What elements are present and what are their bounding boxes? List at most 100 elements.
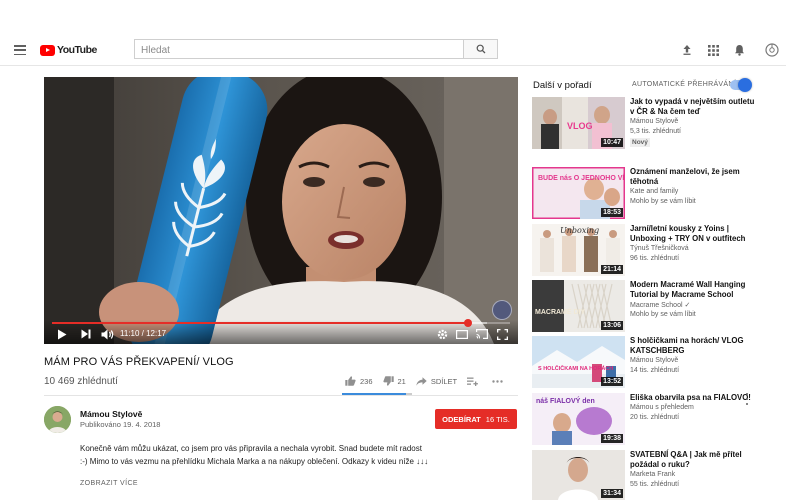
miniplayer-icon (456, 329, 468, 339)
video-thumbnail[interactable]: Unboxing 21:14 (532, 224, 625, 276)
menu-icon[interactable] (14, 45, 26, 55)
search-input[interactable] (135, 41, 463, 60)
logo-text: YouTube (57, 44, 97, 56)
recommended-meta: 14 tis. zhlédnutí (630, 367, 680, 374)
video-player[interactable]: 11:10 / 12:17 (44, 77, 518, 344)
settings-button[interactable] (436, 328, 448, 340)
progress-bar[interactable] (52, 319, 510, 327)
video-thumbnail[interactable]: náš FIALOVÝ den 19:38 (532, 393, 625, 445)
recommended-title[interactable]: Modern Macramé Wall Hanging Tutorial by … (630, 280, 756, 300)
video-duration: 13:06 (601, 321, 623, 330)
recommended-channel: Mámou s přehledem (630, 404, 694, 411)
account-icon (765, 43, 779, 57)
more-actions-button[interactable] (492, 379, 507, 383)
volume-icon (101, 329, 113, 339)
video-duration: 31:34 (601, 489, 623, 498)
search-button[interactable] (463, 39, 498, 59)
dislike-count: 21 (397, 376, 406, 386)
upload-button[interactable] (680, 43, 694, 57)
toggle-knob[interactable] (738, 78, 752, 92)
like-button[interactable]: 236 (345, 376, 373, 386)
video-thumbnail[interactable]: BUDE nás O JEDNOHO VÍC 18:53 (532, 167, 625, 219)
time-current: 11:10 (120, 329, 140, 338)
like-count: 236 (360, 376, 373, 386)
video-duration: 18:53 (601, 208, 623, 217)
thumbnail-text: náš FIALOVÝ den (536, 396, 595, 405)
more-horizontal-icon (492, 379, 503, 383)
show-more-link[interactable]: ZOBRAZIT VÍCE (80, 480, 138, 487)
fullscreen-button[interactable] (496, 328, 508, 340)
recommended-channel: Marketa Frank (630, 471, 676, 478)
recommended-meta: Mohlo by se vám líbit (630, 198, 696, 205)
volume-button[interactable] (100, 328, 114, 340)
recommended-video[interactable]: VLOG 10:47 Jak to vypadá v největším out… (532, 97, 782, 149)
recommended-title[interactable]: S holčičkami na horách/ VLOG KATSCHBERG (630, 336, 756, 356)
view-count: 10 469 zhlédnutí (44, 376, 118, 387)
video-actions: 236 21 SDÍLET (345, 376, 517, 386)
recommended-title[interactable]: Eliška obarvila psa na FIALOVO! (630, 393, 756, 403)
player-controls: 11:10 / 12:17 (44, 319, 518, 344)
fullscreen-icon (496, 328, 508, 340)
video-thumbnail[interactable]: S HOLČIČKAMI NA HORÁCH 13:52 (532, 336, 625, 388)
recommended-title[interactable]: Jak to vypadá v největším outletu v ČR &… (630, 97, 756, 117)
video-thumbnail[interactable]: VLOG 10:47 (532, 97, 625, 149)
dislike-button[interactable]: 21 (382, 376, 406, 386)
channel-avatar[interactable] (44, 406, 71, 433)
recommended-meta: 20 tis. zhlédnutí (630, 414, 680, 421)
recommended-meta: 5,3 tis. zhlédnutí (630, 128, 681, 135)
search-icon (476, 44, 485, 54)
share-button[interactable]: SDÍLET (416, 377, 457, 386)
thumbs-down-icon (382, 376, 394, 386)
subscribe-button[interactable]: ODEBÍRAT 16 TIS. (435, 409, 517, 429)
upload-icon (683, 45, 691, 55)
more-options-icon[interactable] (746, 393, 750, 405)
cast-button[interactable] (476, 328, 488, 340)
scrubber-handle[interactable] (463, 319, 472, 327)
channel-name[interactable]: Mámou Stylově (80, 409, 142, 419)
recommended-video[interactable]: MACRAMÉ DIY 13:06 Modern Macramé Wall Ha… (532, 280, 782, 332)
description-line: Konečně vám můžu ukázat, co jsem pro vás… (80, 444, 422, 453)
thumbs-up-icon (345, 376, 356, 386)
channel-watermark[interactable] (492, 300, 512, 320)
recommended-video[interactable]: Unboxing 21:14 Jarní/letní kousky z Yoin… (532, 224, 782, 276)
recommended-title[interactable]: Jarní/letní kousky z Yoins | Unboxing + … (630, 224, 756, 244)
thumbnail-text: S HOLČIČKAMI NA HORÁCH (538, 365, 613, 372)
recommended-channel: Mámou Stylově (630, 357, 679, 364)
youtube-logo[interactable]: YouTube (40, 44, 97, 56)
recommended-channel: Kate and family (630, 188, 679, 195)
next-icon (81, 329, 91, 339)
video-thumbnail[interactable]: MACRAMÉ DIY 13:06 (532, 280, 625, 332)
play-button[interactable] (56, 328, 68, 340)
recommended-video[interactable]: náš FIALOVÝ den 19:38 Eliška obarvila ps… (532, 393, 782, 445)
recommended-video[interactable]: 31:34 SVATEBNÍ Q&A | Jak mě přítel požád… (532, 450, 782, 500)
recommended-channel: Mámou Stylově (630, 118, 679, 125)
recommended-title[interactable]: Oznámení manželovi, že jsem těhotná (630, 167, 756, 187)
autoplay-toggle[interactable] (730, 78, 752, 92)
time-total: 12:17 (146, 329, 167, 338)
video-duration: 13:52 (601, 377, 623, 386)
share-label: SDÍLET (430, 376, 458, 386)
playlist-add-icon (467, 377, 479, 386)
recommended-channel: Týnuš Třešničková (630, 245, 689, 252)
recommended-channel: Macrame School ✓ (630, 302, 691, 309)
next-button[interactable] (80, 328, 92, 340)
publish-date: Publikováno 19. 4. 2018 (80, 420, 161, 429)
autoplay-label: AUTOMATICKÉ PŘEHRÁVÁNÍ (632, 81, 736, 88)
save-to-playlist-button[interactable] (467, 377, 482, 386)
recommended-video[interactable]: S HOLČIČKAMI NA HORÁCH 13:52 S holčičkam… (532, 336, 782, 388)
thumbnail-text: BUDE nás O JEDNOHO VÍC (538, 173, 625, 182)
description-line: :-) Mimo to vás vezmu na přehlídku Micha… (80, 457, 429, 466)
play-icon (58, 329, 67, 339)
recommended-title[interactable]: SVATEBNÍ Q&A | Jak mě přítel požádal o r… (630, 450, 756, 470)
miniplayer-button[interactable] (456, 328, 468, 340)
video-description: Konečně vám můžu ukázat, co jsem pro vás… (80, 442, 430, 468)
subscribe-label: ODEBÍRAT (442, 414, 481, 424)
notifications-button[interactable] (732, 43, 746, 57)
new-badge: Nový (630, 138, 650, 147)
video-duration: 10:47 (601, 138, 623, 147)
apps-button[interactable] (706, 43, 720, 57)
thumbnail-text: MACRAMÉ DIY (535, 307, 585, 316)
account-avatar[interactable] (765, 43, 779, 57)
video-thumbnail[interactable]: 31:34 (532, 450, 625, 500)
recommended-video[interactable]: BUDE nás O JEDNOHO VÍC 18:53 Oznámení ma… (532, 167, 782, 219)
